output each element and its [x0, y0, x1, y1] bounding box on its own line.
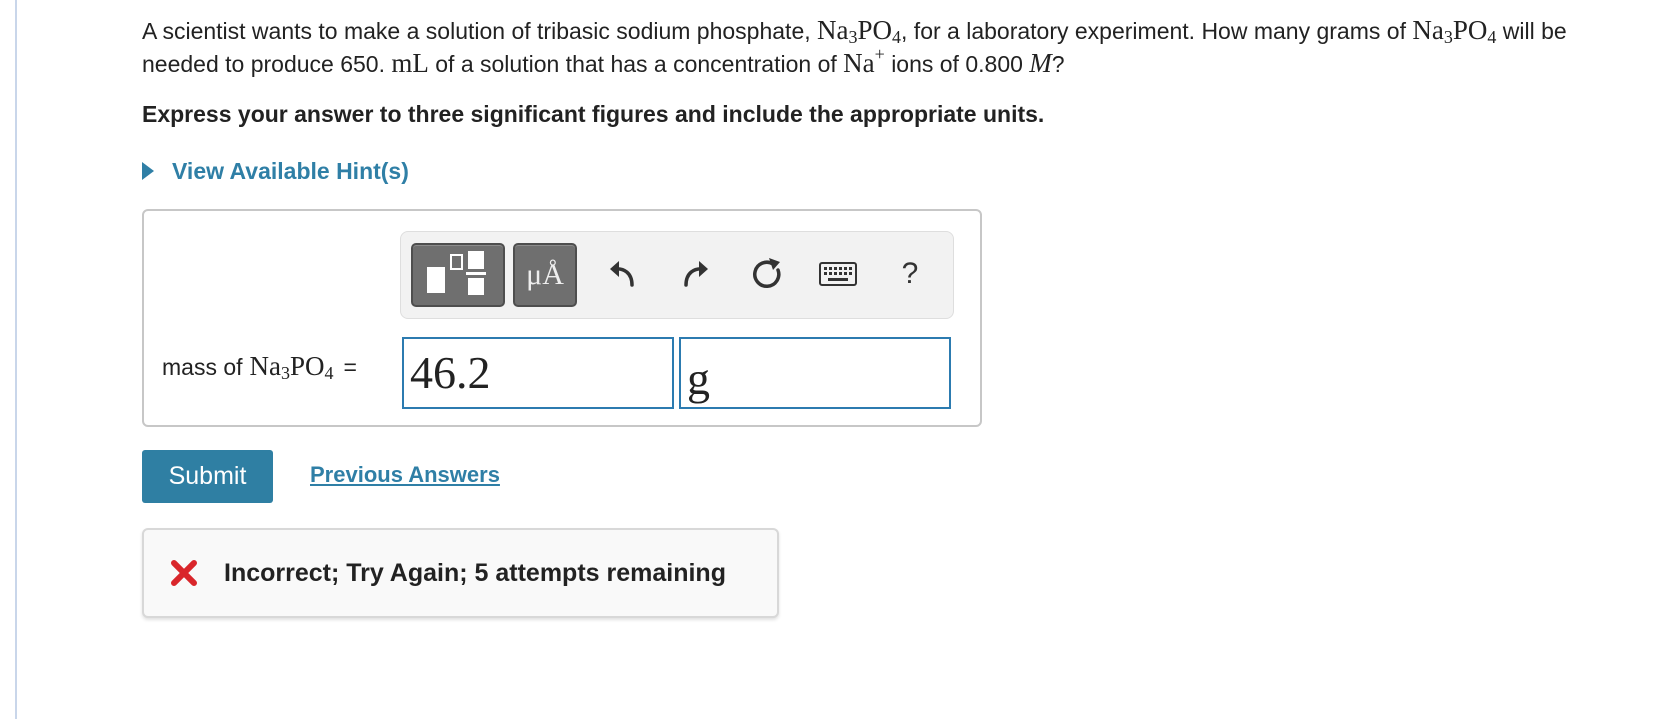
feedback-panel: Incorrect; Try Again; 5 attempts remaini… [142, 528, 779, 618]
templates-icon [427, 251, 486, 295]
units-button[interactable]: μÅ [513, 243, 577, 307]
feedback-message: Incorrect; Try Again; 5 attempts remaini… [224, 558, 726, 587]
keyboard-button[interactable] [816, 252, 860, 296]
submit-button[interactable]: Submit [142, 450, 273, 503]
math-toolbar: μÅ ? [400, 231, 954, 319]
help-icon: ? [901, 257, 919, 290]
formula-na3po4: Na3PO4 [249, 351, 334, 383]
view-hints-label: View Available Hint(s) [172, 157, 409, 184]
formula-na3po4: Na3PO4 [817, 15, 902, 47]
instruction-text: Express your answer to three significant… [142, 101, 1045, 127]
previous-answers-link[interactable]: Previous Answers [310, 462, 500, 488]
close-x-icon [170, 559, 198, 587]
answer-unit-input[interactable]: g [679, 337, 951, 409]
help-button[interactable]: ? [888, 252, 932, 296]
answer-label: mass of Na3PO4 = [162, 351, 357, 383]
keyboard-icon [819, 262, 857, 286]
caret-right-icon [142, 162, 154, 180]
ion-na-plus: Na+ [843, 44, 885, 78]
answer-box: μÅ ? mass of Na3PO4 = 46.2 g [142, 209, 982, 427]
redo-button[interactable] [673, 252, 717, 296]
unit-ml: mL [391, 48, 429, 78]
view-hints-toggle[interactable]: View Available Hint(s) [142, 154, 1642, 188]
redo-icon [684, 261, 708, 287]
reset-icon [753, 258, 781, 288]
left-border-rule [15, 0, 17, 719]
formula-na3po4: Na3PO4 [1412, 15, 1497, 47]
undo-button[interactable] [601, 252, 645, 296]
units-icon: μÅ [526, 258, 564, 291]
reset-button[interactable] [745, 252, 789, 296]
molar-symbol: M [1029, 48, 1052, 78]
question-text: A scientist wants to make a solution of … [142, 15, 1567, 78]
problem-content: A scientist wants to make a solution of … [142, 14, 1642, 618]
undo-icon [610, 261, 634, 287]
answer-value-input[interactable]: 46.2 [402, 337, 674, 409]
templates-button[interactable] [411, 243, 505, 307]
